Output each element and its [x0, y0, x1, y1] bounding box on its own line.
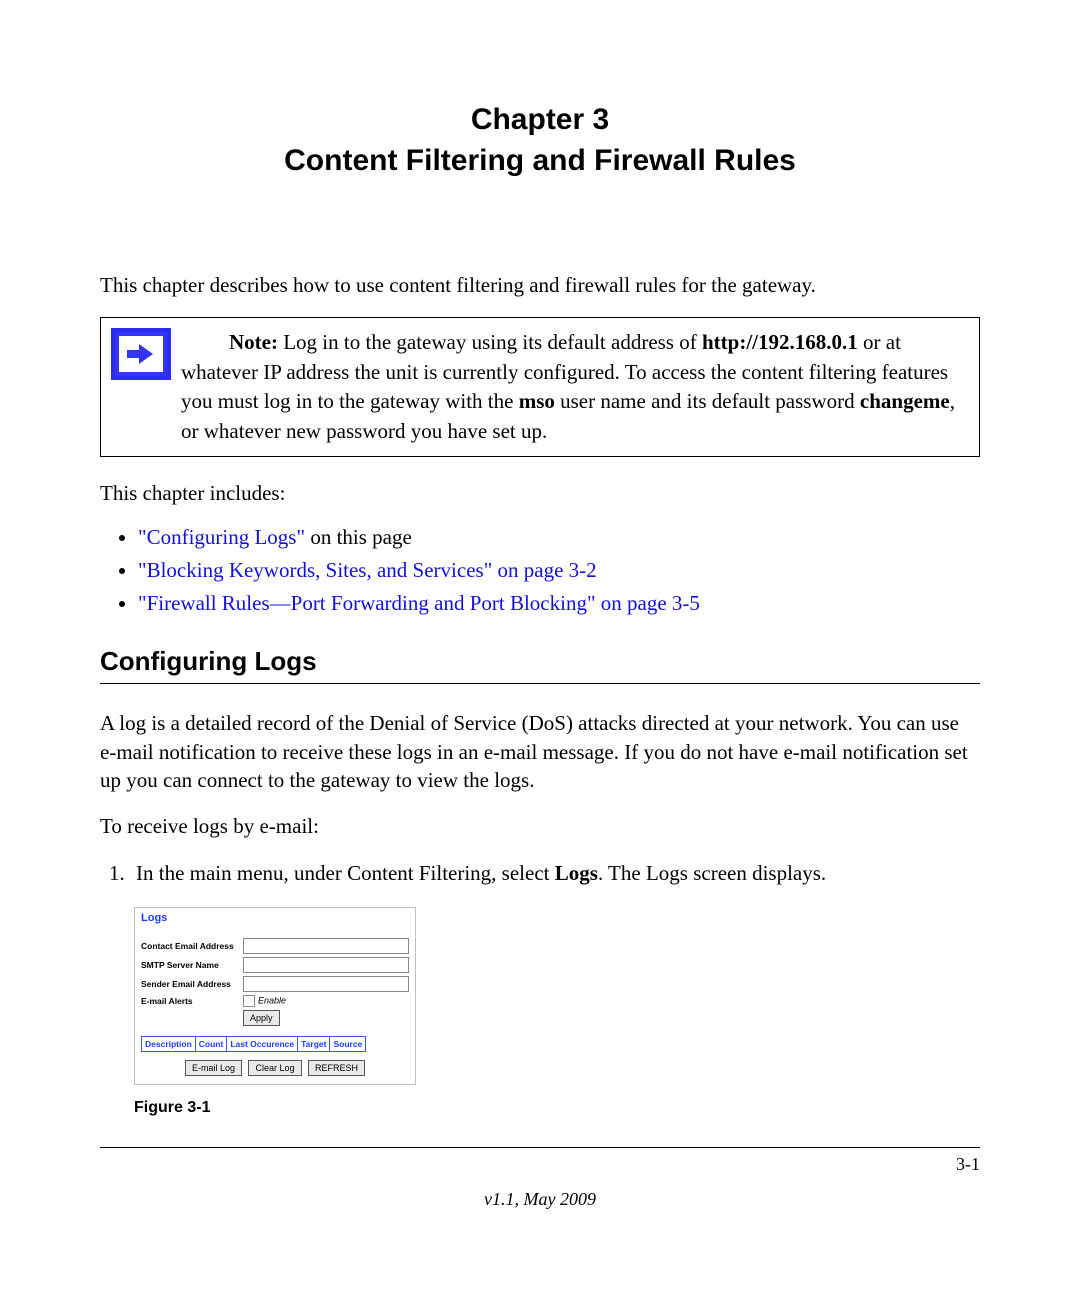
toc-link-2[interactable]: "Blocking Keywords, Sites, and Services"…: [138, 558, 597, 582]
footer-version: v1.1, May 2009: [100, 1189, 980, 1210]
figure-wrap: Logs Contact Email Address SMTP Server N…: [134, 907, 980, 1085]
figure-caption: Figure 3-1: [134, 1099, 980, 1117]
section-heading: Configuring Logs: [100, 646, 980, 684]
clear-log-button[interactable]: Clear Log: [248, 1060, 301, 1076]
note-bold-pw: changeme: [860, 389, 950, 413]
toc-item-2: "Blocking Keywords, Sites, and Services"…: [138, 558, 980, 583]
footer: 3-1: [100, 1154, 980, 1175]
note-bold-url: http://192.168.0.1: [702, 330, 858, 354]
note-text: Note: Log in to the gateway using its de…: [181, 328, 967, 446]
footer-rule: [100, 1147, 980, 1148]
col-count: Count: [195, 1036, 227, 1051]
checkbox-enable[interactable]: [243, 995, 255, 1007]
intro-paragraph: This chapter describes how to use conten…: [100, 271, 980, 299]
col-last-occurence: Last Occurence: [227, 1036, 298, 1051]
chapter-name: Content Filtering and Firewall Rules: [100, 141, 980, 182]
logs-panel: Logs Contact Email Address SMTP Server N…: [134, 907, 416, 1085]
col-description: Description: [142, 1036, 196, 1051]
row-smtp: SMTP Server Name: [141, 957, 409, 973]
note-icon-wrap: [111, 328, 181, 446]
toc-link-3[interactable]: "Firewall Rules—Port Forwarding and Port…: [138, 591, 700, 615]
section-paragraph: A log is a detailed record of the Denial…: [100, 709, 980, 794]
step-1-pre: In the main menu, under Content Filterin…: [136, 861, 555, 885]
button-row: E-mail Log Clear Log REFRESH: [141, 1060, 409, 1076]
apply-button[interactable]: Apply: [243, 1010, 280, 1026]
label-smtp: SMTP Server Name: [141, 960, 243, 970]
note-bold-user: mso: [519, 389, 555, 413]
input-sender-email[interactable]: [243, 976, 409, 992]
chapter-title: Chapter 3 Content Filtering and Firewall…: [100, 100, 980, 181]
toc-list: "Configuring Logs" on this page "Blockin…: [100, 525, 980, 616]
note-seg1: Log in to the gateway using its default …: [278, 330, 702, 354]
label-sender: Sender Email Address: [141, 979, 243, 989]
log-table: Description Count Last Occurence Target …: [141, 1036, 366, 1052]
row-contact: Contact Email Address: [141, 938, 409, 954]
toc-link-1[interactable]: "Configuring Logs": [138, 525, 305, 549]
input-smtp-server[interactable]: [243, 957, 409, 973]
refresh-button[interactable]: REFRESH: [308, 1060, 365, 1076]
page: Chapter 3 Content Filtering and Firewall…: [0, 0, 1080, 1250]
page-number: 3-1: [956, 1154, 980, 1175]
toc-item-3: "Firewall Rules—Port Forwarding and Port…: [138, 591, 980, 616]
note-box: Note: Log in to the gateway using its de…: [100, 317, 980, 457]
note-label: Note:: [229, 330, 278, 354]
email-log-button[interactable]: E-mail Log: [185, 1060, 242, 1076]
col-source: Source: [330, 1036, 366, 1051]
arrow-right-icon: [111, 328, 171, 380]
includes-text: This chapter includes:: [100, 479, 980, 507]
receive-paragraph: To receive logs by e-mail:: [100, 812, 980, 840]
step-1: In the main menu, under Content Filterin…: [130, 859, 980, 887]
step-1-post: . The Logs screen displays.: [598, 861, 826, 885]
apply-row: Apply: [141, 1010, 409, 1026]
logs-panel-title: Logs: [141, 912, 409, 924]
input-contact-email[interactable]: [243, 938, 409, 954]
chapter-number: Chapter 3: [100, 100, 980, 141]
step-1-bold: Logs: [555, 861, 598, 885]
label-enable: Enable: [258, 995, 286, 1005]
label-alerts: E-mail Alerts: [141, 996, 243, 1006]
toc-item-1: "Configuring Logs" on this page: [138, 525, 980, 550]
row-alerts: E-mail Alerts Enable: [141, 995, 409, 1007]
row-sender: Sender Email Address: [141, 976, 409, 992]
steps-list: In the main menu, under Content Filterin…: [100, 859, 980, 887]
col-target: Target: [298, 1036, 330, 1051]
label-contact: Contact Email Address: [141, 941, 243, 951]
toc-rest-1: on this page: [305, 525, 412, 549]
note-seg3: user name and its default password: [555, 389, 860, 413]
